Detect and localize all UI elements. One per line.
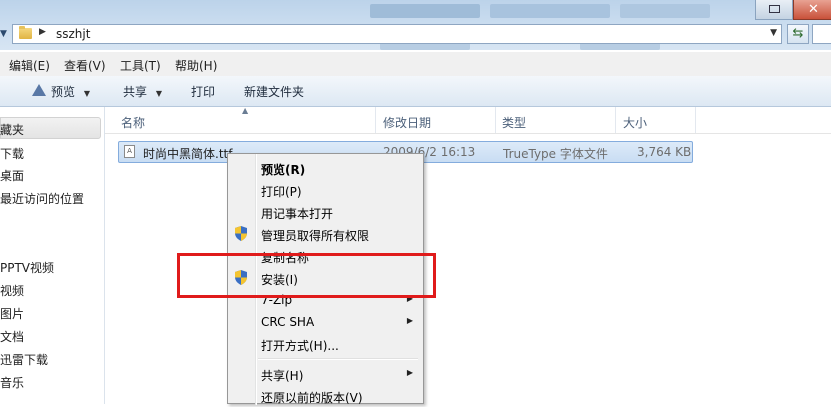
sidebar-item-recent-places[interactable]: 最近访问的位置 <box>0 190 84 207</box>
menu-item-label: 预览(R) <box>261 163 306 177</box>
column-header-size[interactable]: 大小 <box>623 114 647 131</box>
maximize-button[interactable] <box>755 0 793 20</box>
preview-icon <box>32 84 46 96</box>
navigation-pane: 藏夹 下载 桌面 最近访问的位置 PPTV视频 视频 图片 文档 迅雷下载 音乐 <box>0 107 105 404</box>
menu-item-open-notepad[interactable]: 用记事本打开 <box>228 201 423 223</box>
chevron-down-icon: ▼ <box>78 89 91 98</box>
preview-label: 预览 <box>51 85 76 99</box>
chevron-right-icon[interactable]: ▶ <box>39 27 46 37</box>
sidebar-item-downloads[interactable]: 下载 <box>0 145 24 162</box>
menu-item-crc-sha[interactable]: CRC SHA ▶ <box>228 311 423 333</box>
menu-item-label: 打印(P) <box>261 185 302 199</box>
column-header-type[interactable]: 类型 <box>502 114 526 131</box>
submenu-arrow-icon: ▶ <box>406 316 413 325</box>
address-dropdown-icon[interactable]: ▼ <box>770 28 777 38</box>
address-path[interactable]: sszhjt <box>56 27 90 41</box>
refresh-button[interactable]: ⇆ <box>787 24 809 44</box>
column-header-row: ▲ 名称 修改日期 类型 大小 <box>105 106 831 134</box>
maximize-icon <box>769 5 780 13</box>
menu-separator <box>258 358 418 360</box>
file-type: TrueType 字体文件 <box>503 147 608 161</box>
sidebar-item-favorites-label[interactable]: 藏夹 <box>0 121 24 138</box>
highlight-annotation <box>177 253 436 298</box>
search-input[interactable] <box>812 24 831 44</box>
address-bar[interactable]: ▶ sszhjt ▼ <box>12 24 782 44</box>
new-folder-button[interactable]: 新建文件夹 <box>244 83 304 100</box>
chevron-down-icon: ▼ <box>150 89 163 98</box>
chevron-down-icon[interactable]: ▼ <box>0 24 12 44</box>
menu-item-take-ownership[interactable]: 管理员取得所有权限 <box>228 223 423 245</box>
share-button[interactable]: 共享 ▼ <box>123 83 162 100</box>
menu-help[interactable]: 帮助(H) <box>175 57 217 74</box>
menu-item-preview[interactable]: 预览(R) <box>228 157 423 179</box>
menu-bar: 编辑(E) 查看(V) 工具(T) 帮助(H) <box>0 52 831 77</box>
sort-ascending-icon: ▲ <box>242 106 249 115</box>
menu-item-label: 管理员取得所有权限 <box>261 229 370 243</box>
file-size: 3,764 KB <box>637 145 692 159</box>
file-name: 时尚中黑简体.ttf <box>143 147 233 161</box>
sidebar-item-videos[interactable]: 视频 <box>0 282 24 299</box>
column-header-modified[interactable]: 修改日期 <box>383 114 431 131</box>
share-label: 共享 <box>123 85 148 99</box>
background-window-blur <box>620 4 710 18</box>
sidebar-item-pictures[interactable]: 图片 <box>0 305 24 322</box>
font-file-icon: A <box>124 145 135 158</box>
sidebar-item-pptv[interactable]: PPTV视频 <box>0 259 54 276</box>
sidebar-item-documents[interactable]: 文档 <box>0 328 24 345</box>
preview-button[interactable]: 预览 ▼ <box>51 83 90 100</box>
sidebar-item-thunder-downloads[interactable]: 迅雷下载 <box>0 351 48 368</box>
submenu-arrow-icon: ▶ <box>406 368 413 377</box>
background-window-blur <box>370 4 480 18</box>
menu-item-label: CRC SHA <box>261 315 315 329</box>
column-divider[interactable] <box>615 107 616 133</box>
menu-item-share[interactable]: 共享(H) ▶ <box>228 363 423 385</box>
menu-item-open-with[interactable]: 打开方式(H)... <box>228 333 423 355</box>
print-button[interactable]: 打印 <box>191 83 215 100</box>
folder-icon <box>19 26 32 39</box>
uac-shield-icon <box>235 226 247 241</box>
column-divider[interactable] <box>375 107 376 133</box>
column-divider[interactable] <box>695 107 696 133</box>
command-bar: 预览 ▼ 共享 ▼ 打印 新建文件夹 <box>0 76 831 107</box>
menu-item-label: 打开方式(H)... <box>261 339 339 353</box>
menu-item-label: 用记事本打开 <box>261 207 334 221</box>
column-divider[interactable] <box>495 107 496 133</box>
menu-view[interactable]: 查看(V) <box>64 57 106 74</box>
menu-edit[interactable]: 编辑(E) <box>9 57 50 74</box>
sidebar-item-music[interactable]: 音乐 <box>0 374 24 391</box>
background-window-blur <box>490 4 610 18</box>
close-icon: ✕ <box>808 2 819 17</box>
column-header-name[interactable]: 名称 <box>121 114 145 131</box>
menu-tools[interactable]: 工具(T) <box>120 57 161 74</box>
close-button[interactable]: ✕ <box>793 0 831 20</box>
menu-item-print[interactable]: 打印(P) <box>228 179 423 201</box>
menu-item-label: 共享(H) <box>261 369 304 383</box>
refresh-icon: ⇆ <box>792 26 804 41</box>
menu-item-label: 还原以前的版本(V) <box>261 391 363 405</box>
sidebar-item-desktop[interactable]: 桌面 <box>0 167 24 184</box>
